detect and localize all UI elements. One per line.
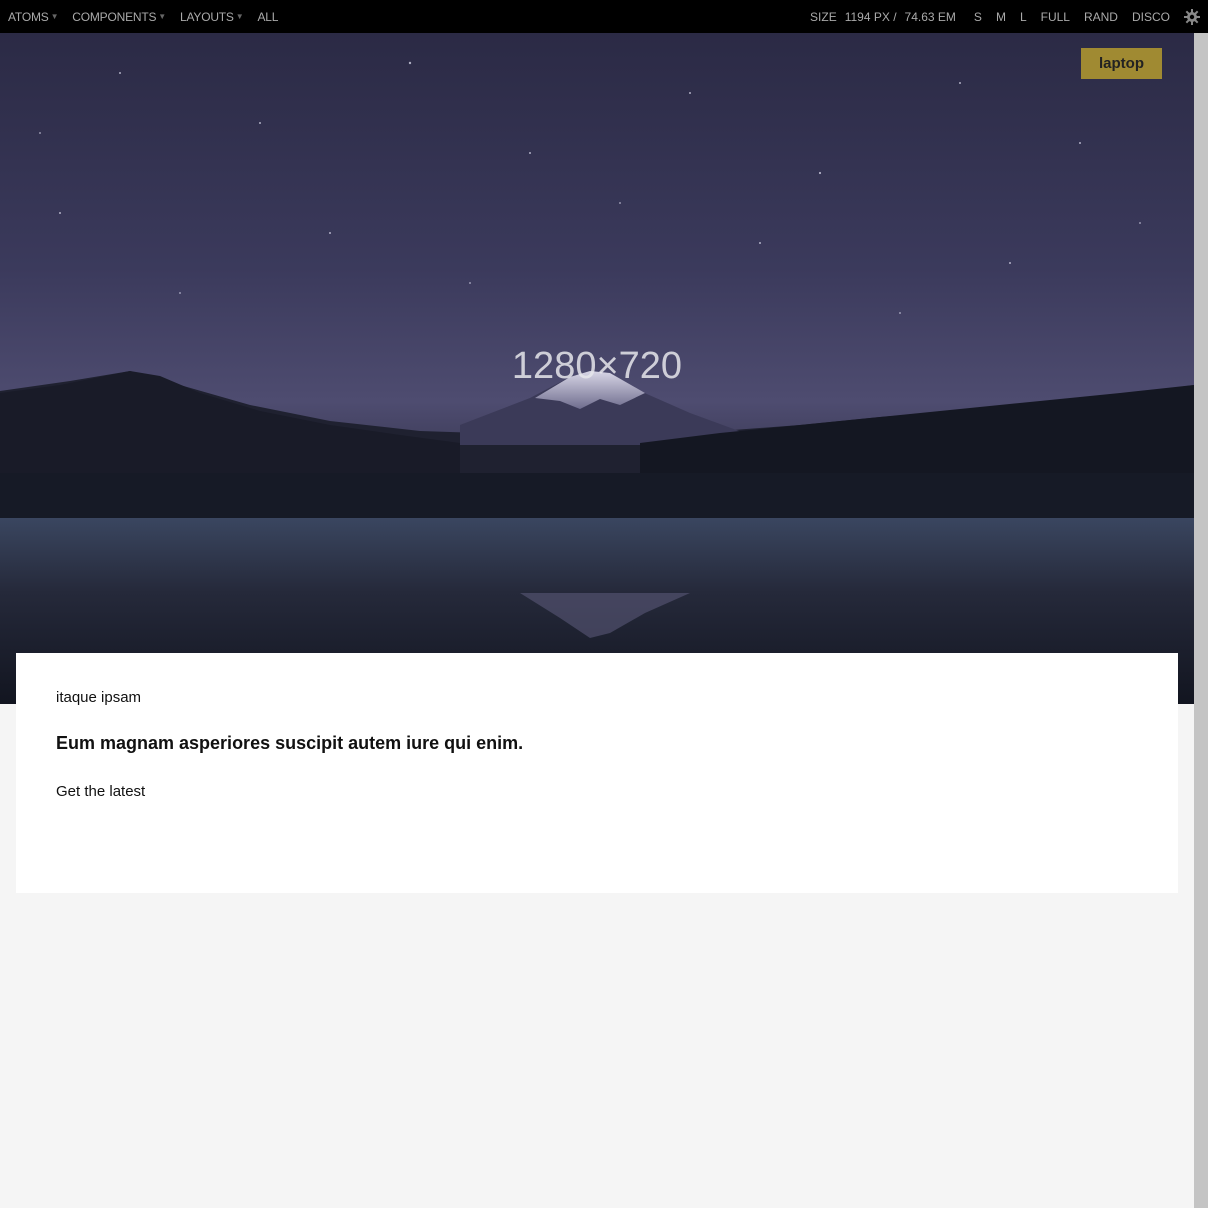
hero-image: 1280×720 laptop xyxy=(0,33,1194,704)
card-headline: Eum magnam asperiores suscipit autem iur… xyxy=(56,733,524,753)
size-random-button[interactable]: RAND xyxy=(1084,10,1118,24)
nav-all-label: ALL xyxy=(257,9,279,24)
nav-atoms-label: ATOMS xyxy=(8,9,49,24)
card-eyebrow: itaque ipsam xyxy=(56,689,142,706)
size-full-button[interactable]: FULL xyxy=(1041,10,1070,24)
gear-icon[interactable] xyxy=(1184,8,1200,25)
placeholder-dimensions-label: 1280×720 xyxy=(511,345,683,387)
pattern-lab-toolbar: ATOMS ▼ COMPONENTS ▼ LAYOUTS ▼ ALL SIZE 119… xyxy=(0,0,1208,33)
size-px-unit: PX / xyxy=(873,9,897,24)
size-medium-button[interactable]: M xyxy=(996,10,1006,24)
size-disco-button[interactable]: DISCO xyxy=(1132,10,1170,24)
chevron-down-icon: ▼ xyxy=(50,12,59,21)
nav-atoms[interactable]: ATOMS ▼ xyxy=(8,10,58,24)
size-em-number: 74.63 xyxy=(904,9,935,24)
viewport-badge: laptop xyxy=(1081,48,1162,79)
nav-all[interactable]: ALL xyxy=(257,10,278,24)
size-em-value[interactable]: 74.63 EM xyxy=(905,10,956,24)
content-card: itaque ipsam Eum magnam asperiores susci… xyxy=(16,653,1178,893)
size-px-value[interactable]: 1194 PX / xyxy=(845,10,897,24)
chevron-down-icon: ▼ xyxy=(235,12,244,21)
size-em-unit: EM xyxy=(937,9,956,24)
nav-components[interactable]: COMPONENTS ▼ xyxy=(72,10,166,24)
size-px-number: 1194 xyxy=(844,9,871,24)
viewport-resize-handle[interactable] xyxy=(1194,33,1208,1208)
pattern-viewport: 1280×720 laptop itaque ipsam Eum magnam … xyxy=(0,33,1194,1208)
size-label: SIZE xyxy=(810,9,837,24)
nav-layouts[interactable]: LAYOUTS ▼ xyxy=(180,9,244,24)
toolbar-nav: ATOMS ▼ COMPONENTS ▼ LAYOUTS ▼ ALL xyxy=(0,0,292,33)
nav-layouts-label: LAYOUTS xyxy=(180,9,234,24)
nav-components-label: COMPONENTS xyxy=(72,9,157,24)
size-small-button[interactable]: S xyxy=(974,10,982,24)
size-large-button[interactable]: L xyxy=(1020,10,1027,24)
card-cta-link[interactable]: Get the latest xyxy=(56,783,145,800)
chevron-down-icon: ▼ xyxy=(158,12,167,21)
toolbar-size-controls: SIZE 1194 PX / 74.63 EM S M L FULL RAND … xyxy=(810,0,1208,33)
